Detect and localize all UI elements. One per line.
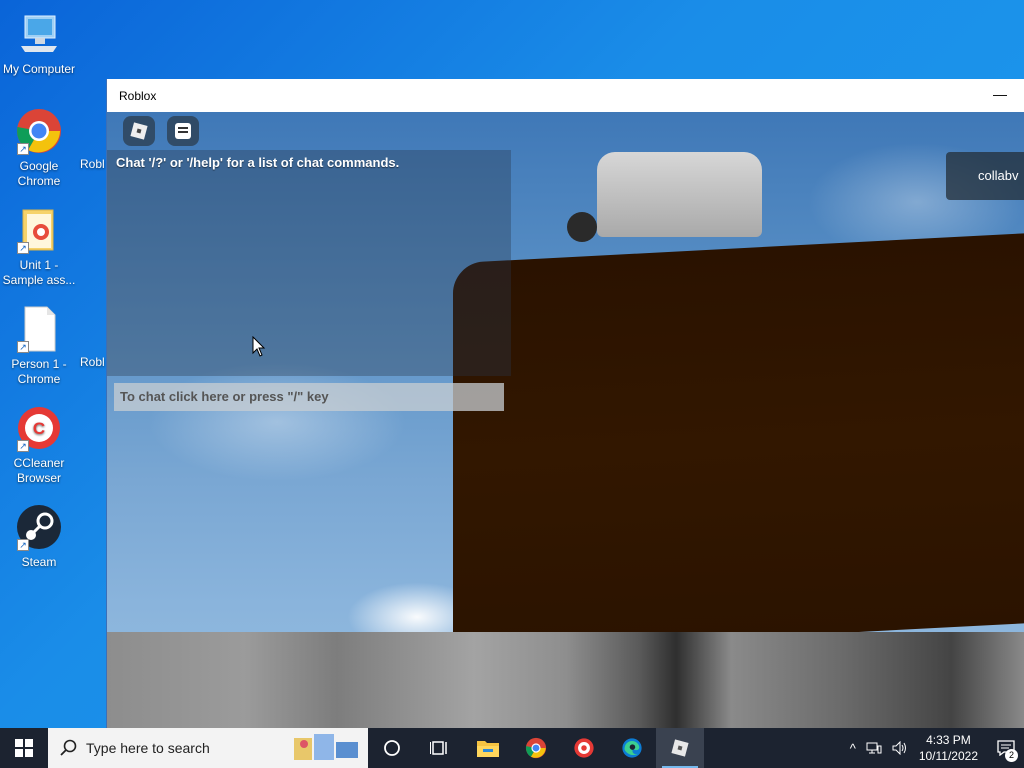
taskbar-cortana[interactable] xyxy=(368,728,416,768)
taskbar-edge[interactable] xyxy=(608,728,656,768)
volume-icon[interactable] xyxy=(892,741,908,755)
desktop-icon-label: CCleaner Browser xyxy=(13,456,65,485)
desktop-icon-label: My Computer xyxy=(2,62,76,76)
roblox-menu-button[interactable] xyxy=(123,116,155,146)
roblox-logo-icon xyxy=(130,122,148,140)
ccleaner-icon: C ↗ xyxy=(15,404,63,452)
start-button[interactable] xyxy=(0,728,48,768)
ground-surface xyxy=(107,632,1024,728)
mouse-cursor-icon xyxy=(252,336,266,357)
chat-toggle-button[interactable] xyxy=(167,116,199,146)
avatar-torso xyxy=(453,230,1024,654)
system-tray: ^ 4:33 PM 10/11/2022 2 xyxy=(845,728,1024,768)
roblox-icon xyxy=(671,739,689,757)
chat-panel: Chat '/?' or '/help' for a list of chat … xyxy=(107,150,511,411)
desktop-icon-label: Google Chrome xyxy=(17,159,61,188)
edge-icon xyxy=(622,738,642,758)
search-icon xyxy=(60,739,77,756)
avatar-head xyxy=(597,152,762,237)
taskbar-task-view[interactable] xyxy=(416,728,464,768)
chrome-icon xyxy=(525,737,547,759)
shortcut-arrow-icon: ↗ xyxy=(17,539,29,551)
game-viewport[interactable]: Chat '/?' or '/help' for a list of chat … xyxy=(107,112,1024,728)
taskbar-search-box[interactable]: Type here to search xyxy=(48,728,368,768)
sky-cloud xyxy=(147,362,407,482)
desktop-icon-unit1-sample[interactable]: ↗ Unit 1 - Sample ass... xyxy=(0,206,78,288)
player-list-entry[interactable]: collabv xyxy=(946,152,1024,200)
roblox-window[interactable]: Roblox — Chat '/?' or '/help' for a list… xyxy=(106,79,1024,728)
clock-time: 4:33 PM xyxy=(926,733,971,747)
windows-logo-icon xyxy=(15,739,33,757)
desktop-icon-label: Person 1 - Chrome xyxy=(11,357,67,386)
file-explorer-icon xyxy=(477,741,499,757)
chat-system-message: Chat '/?' or '/help' for a list of chat … xyxy=(116,155,400,170)
task-view-icon xyxy=(430,741,447,755)
taskbar-chrome[interactable] xyxy=(512,728,560,768)
desktop-icon-ccleaner-browser[interactable]: C ↗ CCleaner Browser xyxy=(0,404,78,486)
desktop-icon-partial-label[interactable]: Robl xyxy=(80,157,105,171)
chat-input[interactable]: To chat click here or press "/" key xyxy=(114,383,504,411)
chrome-icon: ↗ xyxy=(15,107,63,155)
computer-icon xyxy=(15,10,63,58)
taskbar-file-explorer[interactable] xyxy=(464,728,512,768)
window-title: Roblox xyxy=(119,88,157,103)
cortana-icon xyxy=(384,740,400,756)
steam-icon: ↗ xyxy=(15,503,63,551)
taskbar-ccleaner[interactable] xyxy=(560,728,608,768)
action-center-button[interactable]: 2 xyxy=(988,728,1024,768)
window-titlebar[interactable]: Roblox — xyxy=(107,79,1024,112)
shortcut-arrow-icon: ↗ xyxy=(17,143,29,155)
taskbar-roblox[interactable] xyxy=(656,728,704,768)
show-hidden-icons-chevron-icon[interactable]: ^ xyxy=(850,741,856,756)
notification-count-badge: 2 xyxy=(1005,749,1018,762)
taskbar-clock[interactable]: 4:33 PM 10/11/2022 xyxy=(919,732,978,764)
chat-icon xyxy=(175,123,191,139)
shortcut-arrow-icon: ↗ xyxy=(17,242,29,254)
minimize-button[interactable]: — xyxy=(990,85,1010,105)
desktop-icon-label: Unit 1 - Sample ass... xyxy=(2,258,76,287)
taskbar: Type here to search ^ 4:33 PM 10/11/2022… xyxy=(0,728,1024,768)
document-folder-icon: ↗ xyxy=(15,206,63,254)
shortcut-arrow-icon: ↗ xyxy=(17,440,29,452)
desktop-icon-steam[interactable]: ↗ Steam xyxy=(0,503,78,570)
desktop-icon-my-computer[interactable]: My Computer xyxy=(0,10,78,77)
svg-text:C: C xyxy=(33,419,45,438)
desktop-icon-partial-label[interactable]: Robl xyxy=(80,355,105,369)
network-icon[interactable] xyxy=(866,741,882,755)
blank-file-icon: ↗ xyxy=(15,305,63,353)
desktop-icon-label: Steam xyxy=(21,555,57,569)
shortcut-arrow-icon: ↗ xyxy=(17,341,29,353)
search-highlight-illustration-icon xyxy=(294,734,358,760)
clock-date: 10/11/2022 xyxy=(918,749,978,763)
desktop-icon-person1-chrome[interactable]: ↗ Person 1 - Chrome xyxy=(0,305,78,387)
ccleaner-icon xyxy=(574,738,594,758)
desktop-icon-google-chrome[interactable]: ↗ Google Chrome xyxy=(0,107,78,189)
avatar-part xyxy=(567,212,597,242)
search-placeholder: Type here to search xyxy=(86,740,210,756)
